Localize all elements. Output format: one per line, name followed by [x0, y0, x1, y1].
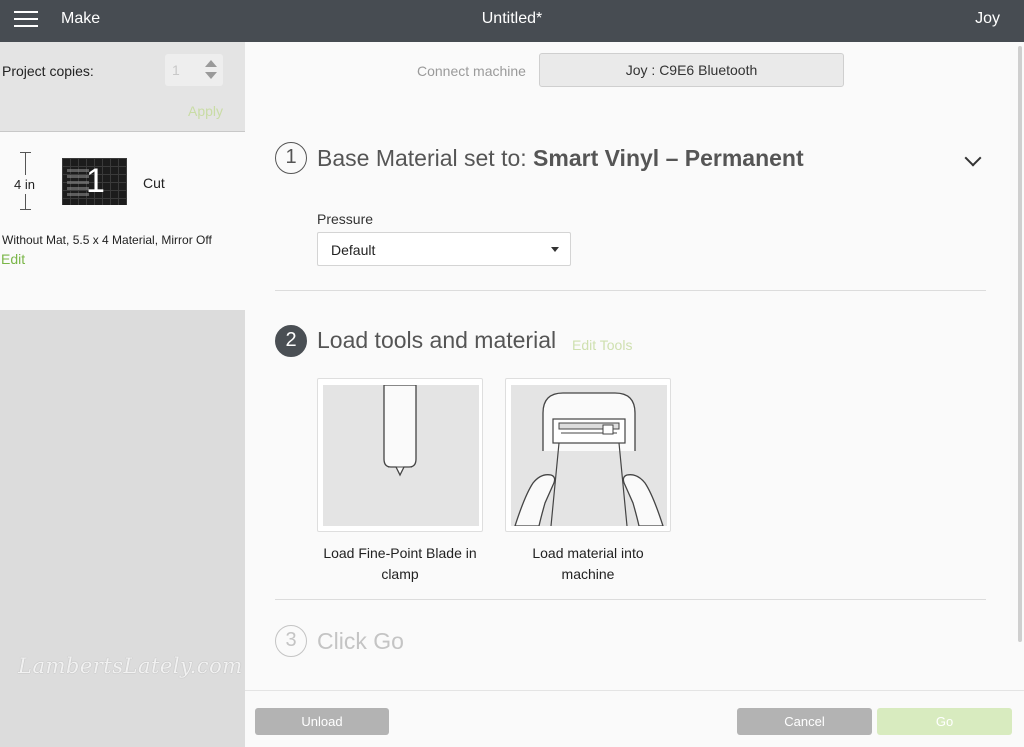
caret-down-icon [551, 247, 559, 252]
card-caption-material: Load material into machine [532, 545, 644, 582]
apply-button[interactable]: Apply [188, 103, 223, 119]
chevron-down-icon[interactable] [964, 149, 982, 167]
pressure-label: Pressure [317, 211, 374, 227]
step-1-number: 1 [275, 142, 307, 174]
base-material-name: Smart Vinyl – Permanent [533, 145, 804, 171]
menu-icon[interactable] [14, 11, 38, 29]
step-3-title: Click Go [317, 628, 404, 654]
pressure-value: Default [331, 242, 376, 258]
divider [275, 290, 986, 291]
app-name: Make [61, 10, 101, 27]
user-menu[interactable]: Joy [975, 10, 1000, 28]
base-material-prefix: Base Material set to: [317, 145, 534, 171]
step-3-number: 3 [275, 625, 307, 657]
top-bar: Make Untitled* Joy [0, 0, 1024, 42]
tool-card-material [505, 378, 671, 532]
divider [275, 599, 986, 600]
card-caption-blade: Load Fine-Point Blade in clamp [323, 545, 477, 582]
project-copies-label: Project copies: [2, 63, 94, 79]
stepper-up-icon[interactable] [205, 60, 217, 67]
tool-card-blade [317, 378, 483, 532]
scrollbar[interactable] [1018, 46, 1022, 642]
machine-select-button[interactable]: Joy : C9E6 Bluetooth [539, 53, 844, 87]
left-panel: Project copies: 1 Apply 4 in 1 Cut Witho… [0, 42, 245, 747]
edit-link[interactable]: Edit [1, 251, 25, 267]
connect-machine-label: Connect machine [417, 63, 526, 79]
dimension-label: 4 in [14, 175, 35, 194]
footer-bar: Unload Cancel Go [245, 690, 1024, 747]
cancel-button[interactable]: Cancel [737, 708, 872, 735]
mat-preview-section: 4 in 1 Cut Without Mat, 5.5 x 4 Material… [0, 132, 245, 310]
project-copies-section: Project copies: 1 Apply [0, 42, 245, 132]
mat-thumbnail[interactable]: 1 [62, 158, 127, 205]
step-2-number: 2 [275, 325, 307, 357]
mat-info: Without Mat, 5.5 x 4 Material, Mirror Of… [2, 233, 212, 247]
watermark: LambertsLately.com [18, 654, 243, 678]
operation-label: Cut [143, 175, 165, 191]
step-1-title: Base Material set to: Smart Vinyl – Perm… [317, 145, 804, 172]
stepper-down-icon[interactable] [205, 72, 217, 79]
go-button[interactable]: Go [877, 708, 1012, 735]
step-2-title: Load tools and material [317, 327, 557, 353]
fine-point-blade-icon [323, 385, 479, 526]
pressure-select[interactable]: Default [317, 232, 571, 266]
project-copies-value[interactable]: 1 [172, 62, 180, 78]
edit-tools-link[interactable]: Edit Tools [572, 337, 632, 353]
project-copies-stepper[interactable]: 1 [165, 54, 223, 86]
main-panel: Connect machine Joy : C9E6 Bluetooth 1 B… [245, 42, 1024, 690]
unload-button[interactable]: Unload [255, 708, 389, 735]
load-material-icon [511, 385, 667, 526]
mat-number: 1 [86, 162, 105, 200]
document-title: Untitled* [481, 10, 543, 27]
